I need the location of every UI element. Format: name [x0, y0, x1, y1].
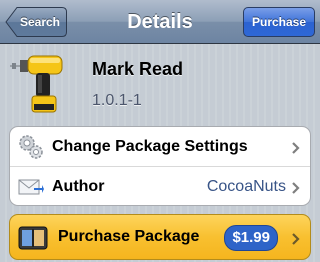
- nav-bar: Search Details Purchase: [0, 0, 320, 44]
- mail-icon: [18, 174, 44, 200]
- author-row[interactable]: Author CocoaNuts: [10, 167, 310, 205]
- package-name: Mark Read: [92, 59, 184, 79]
- price-badge: $1.99: [224, 225, 278, 251]
- change-package-settings-label: Change Package Settings: [52, 138, 248, 155]
- purchase-button[interactable]: Purchase: [243, 7, 315, 37]
- gears-icon: [18, 134, 44, 160]
- author-value: CocoaNuts: [206, 178, 286, 195]
- author-label: Author: [52, 178, 105, 195]
- chevron-right-icon: [292, 232, 300, 245]
- drill-icon: [8, 52, 72, 116]
- package-options-group: Change Package Settings Author CocoaNuts: [9, 126, 311, 206]
- chevron-right-icon: [292, 181, 300, 194]
- purchase-package-label: Purchase Package: [58, 228, 200, 245]
- ibooks-icon: [18, 223, 48, 253]
- package-version: 1.0.1-1: [92, 92, 142, 109]
- purchase-package-row[interactable]: Purchase Package $1.99: [9, 214, 311, 260]
- change-package-settings-row[interactable]: Change Package Settings: [10, 127, 310, 167]
- chevron-right-icon: [292, 141, 300, 154]
